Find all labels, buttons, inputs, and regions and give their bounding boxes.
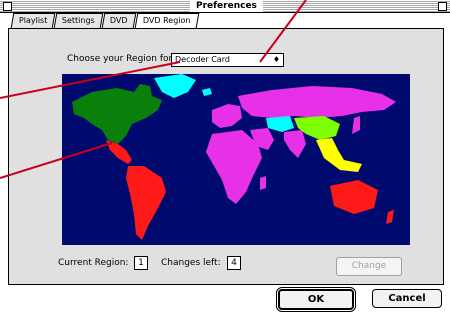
callout-lines — [0, 0, 307, 179]
callout-line-popup-left — [0, 61, 181, 99]
callout-line-map — [0, 142, 113, 179]
preferences-window: Preferences Playlist Settings DVD DVD Re… — [0, 0, 450, 321]
callout-line-popup — [259, 0, 307, 63]
